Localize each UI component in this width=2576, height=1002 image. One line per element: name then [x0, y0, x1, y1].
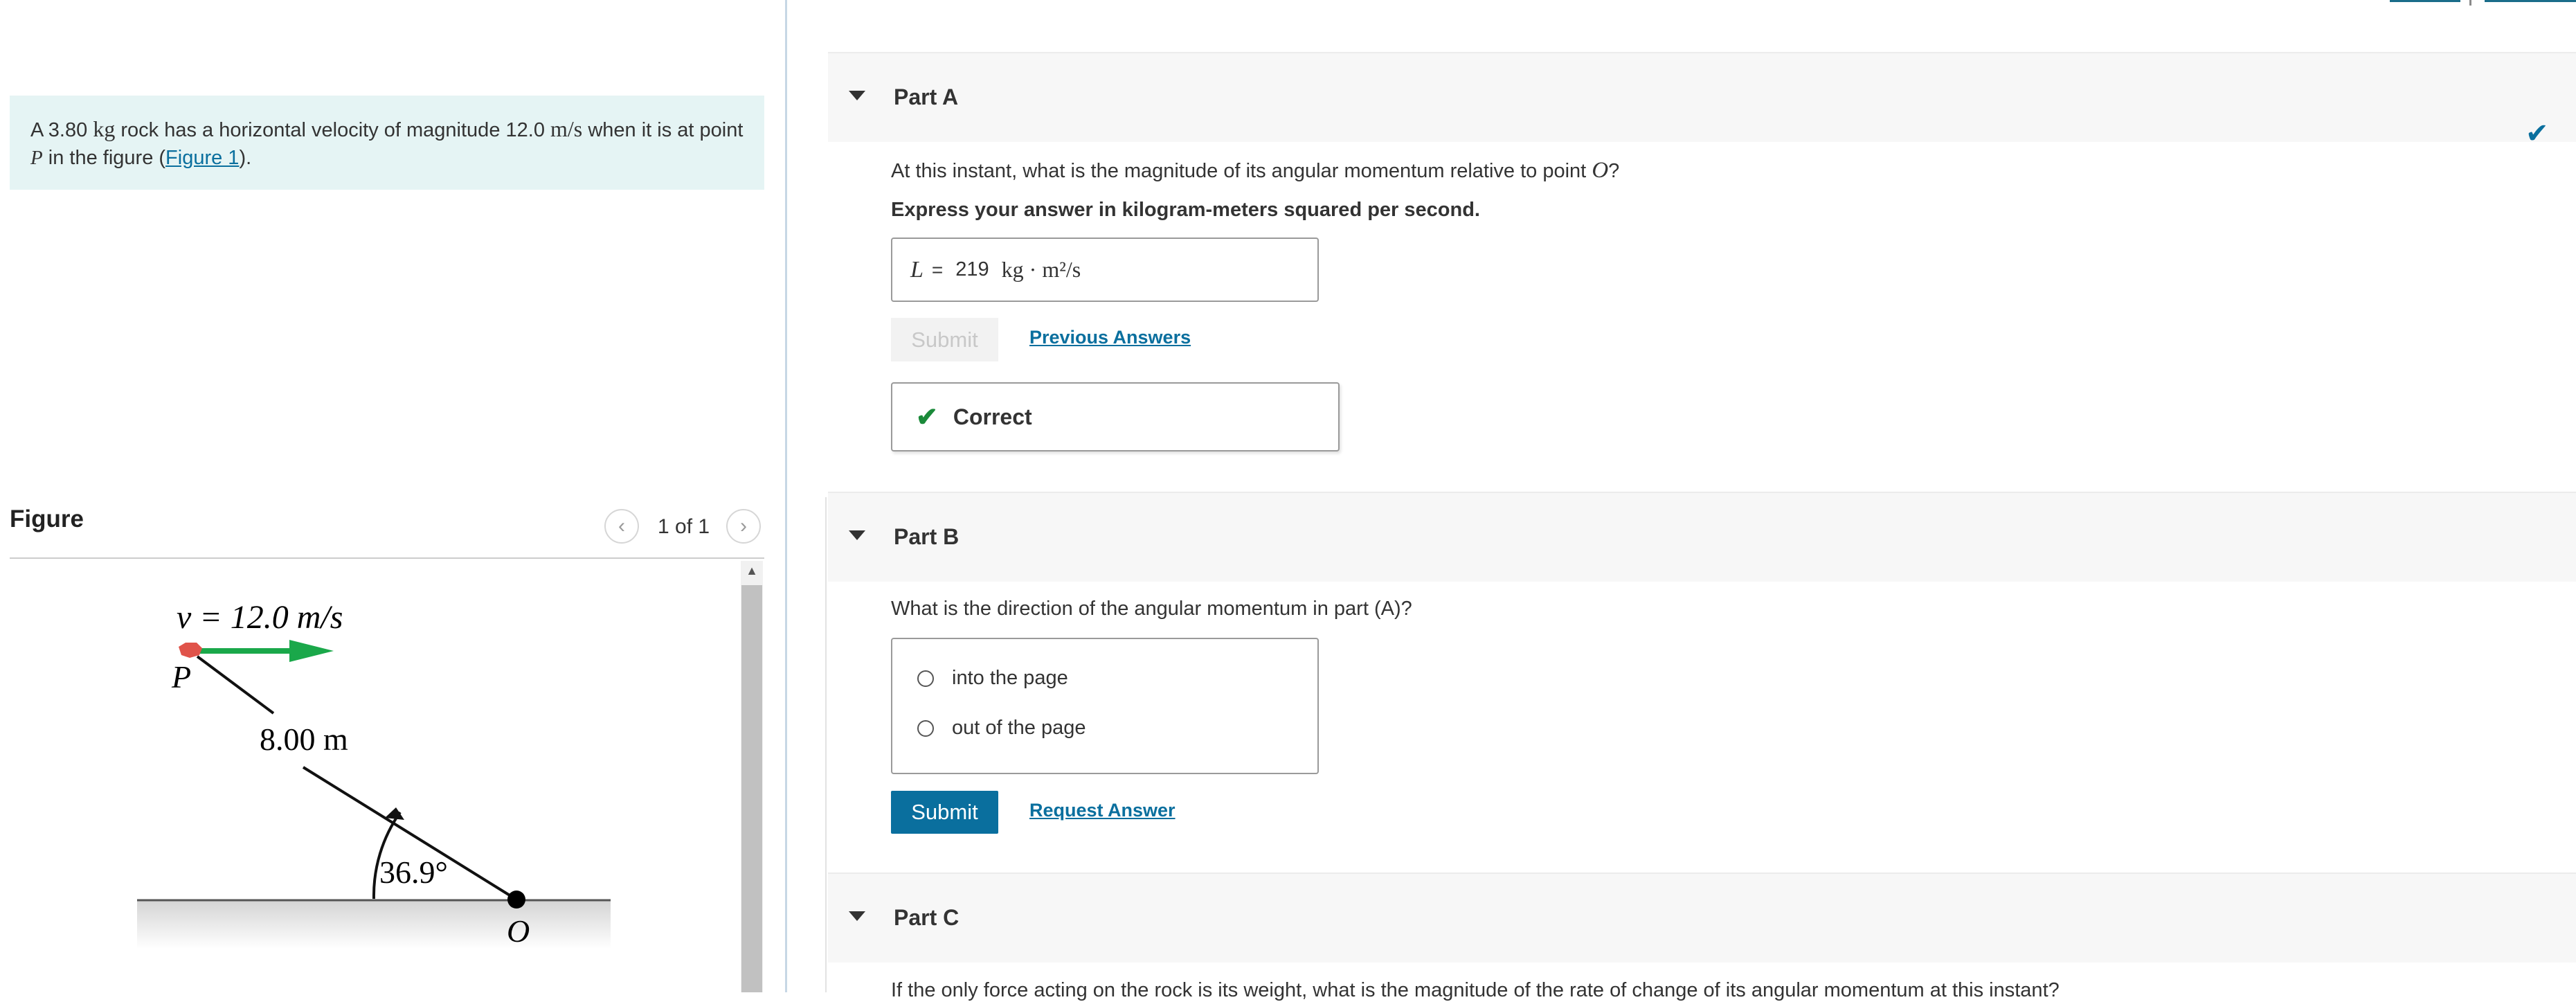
origin-point — [507, 891, 525, 909]
part-a-answer-field[interactable]: L = 219 kg · m²/s — [891, 238, 1319, 302]
part-a-submit-button[interactable]: Submit — [891, 318, 998, 361]
answer-value: 219 — [955, 258, 989, 280]
previous-answers-link[interactable]: Previous Answers — [1029, 327, 1191, 348]
caret-down-icon — [849, 530, 865, 540]
rock — [179, 643, 202, 658]
part-b-options: into the page out of the page — [891, 638, 1319, 774]
angle-label: 36.9° — [379, 855, 448, 890]
radio-button[interactable] — [917, 719, 934, 737]
figure-scrollbar-thumb[interactable] — [741, 585, 762, 992]
figure-link[interactable]: Figure 1 — [165, 147, 239, 169]
part-b-title: Part B — [894, 524, 960, 549]
velocity-label: v = 12.0 m/s — [177, 599, 343, 636]
figure-diagram: v = 12.0 m/s P 8.00 m 36.9° O — [137, 599, 611, 949]
part-b-header[interactable]: Part B — [828, 492, 2576, 582]
part-a-feedback: ✔ Correct — [891, 382, 1340, 451]
top-nav-separator — [2469, 0, 2471, 6]
ground — [137, 900, 611, 949]
part-c-question: If the only force acting on the rock is … — [891, 979, 2060, 1001]
pane-divider[interactable] — [785, 0, 787, 992]
pane-edge — [825, 497, 827, 992]
part-a-title: Part A — [894, 84, 959, 109]
radio-button[interactable] — [917, 670, 934, 687]
origin-label: O — [507, 913, 530, 949]
top-nav-fragment-left[interactable] — [2390, 0, 2460, 2]
velocity-arrow-head — [289, 640, 334, 662]
figure-count: 1 of 1 — [658, 515, 710, 538]
problem-statement: A 3.80 kg rock has a horizontal velocity… — [10, 96, 764, 190]
part-c-header[interactable]: Part C — [828, 873, 2576, 963]
distance-line-upper — [196, 655, 275, 715]
part-c-title: Part C — [894, 905, 960, 930]
part-a-header[interactable]: Part A — [828, 52, 2576, 142]
answer-unit: kg · m²/s — [1001, 257, 1081, 282]
top-nav-fragment-right[interactable] — [2485, 0, 2576, 2]
part-b-submit-button[interactable]: Submit — [891, 791, 998, 834]
checkmark-icon: ✔ — [2525, 118, 2549, 149]
part-a-instruction: Express your answer in kilogram-meters s… — [891, 199, 1480, 221]
figure-divider — [10, 557, 764, 559]
caret-down-icon — [849, 91, 865, 100]
chevron-left-icon[interactable]: ‹ — [604, 509, 639, 544]
correct-check-icon: ✔ — [916, 402, 938, 432]
part-a-question: At this instant, what is the magnitude o… — [891, 158, 1620, 183]
option-out-of-page[interactable]: out of the page — [917, 717, 1086, 740]
figure-title: Figure — [10, 506, 84, 533]
distance-label: 8.00 m — [260, 722, 348, 757]
point-p-label: P — [171, 659, 191, 695]
scroll-up-icon[interactable]: ▲ — [744, 562, 760, 579]
chevron-right-icon[interactable]: › — [726, 509, 761, 544]
angle-arc-arrowhead — [385, 807, 404, 820]
request-answer-link[interactable]: Request Answer — [1029, 800, 1176, 821]
caret-down-icon — [849, 911, 865, 921]
option-into-page[interactable]: into the page — [917, 667, 1068, 690]
part-b-question: What is the direction of the angular mom… — [891, 598, 1412, 620]
